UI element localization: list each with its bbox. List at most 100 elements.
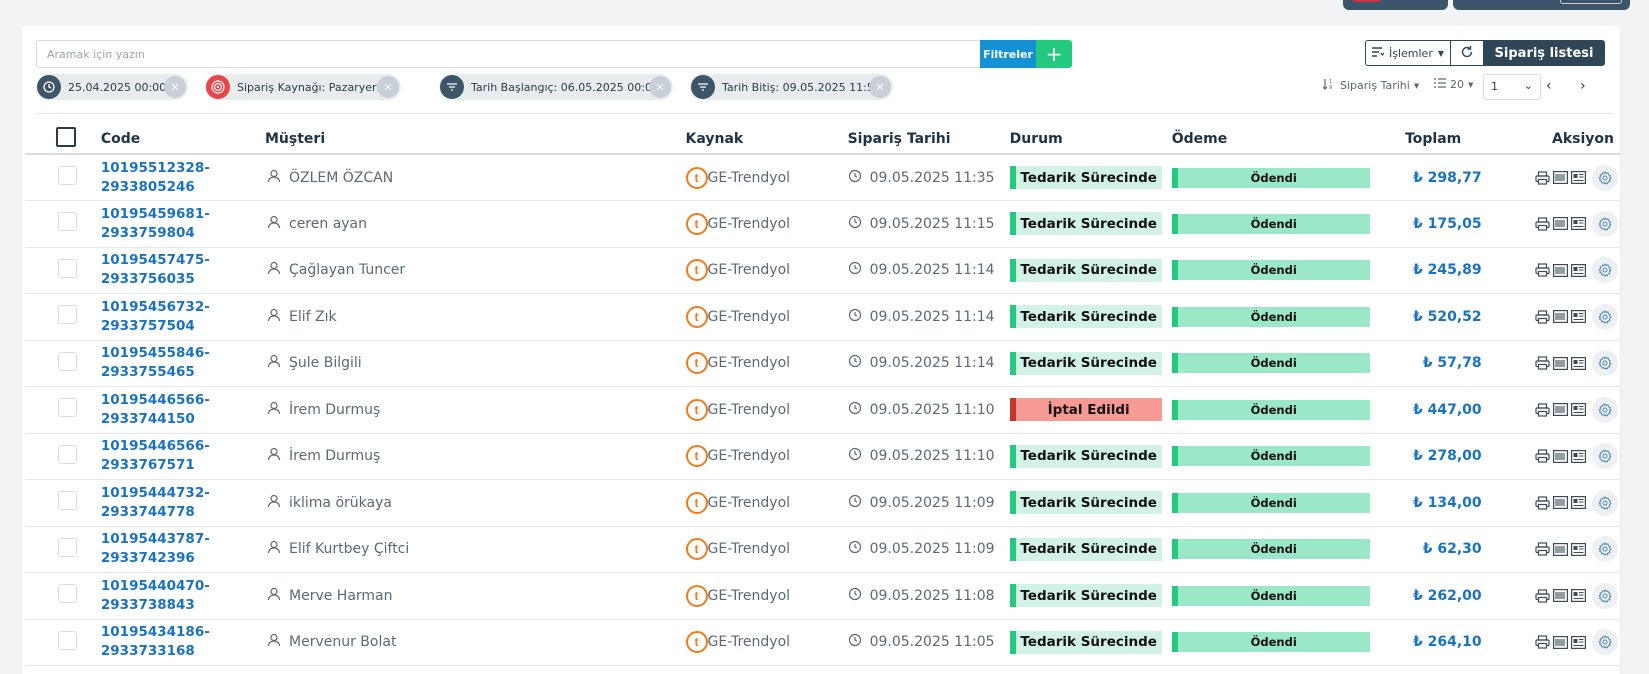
order-list-button[interactable]: Sipariş listesi — [1483, 40, 1605, 66]
order-code-link[interactable]: 10195457475- 2933756035 — [101, 251, 265, 289]
row-checkbox[interactable] — [58, 444, 77, 464]
print-icon[interactable] — [1534, 495, 1550, 511]
row-checkbox[interactable] — [58, 630, 77, 650]
table-row[interactable]: 10195446566- 2933744150 İrem Durmuş t GE… — [25, 386, 1620, 434]
refresh-button[interactable] — [1450, 40, 1484, 66]
table-row[interactable]: 10195457475- 2933756035 Çağlayan Tuncer … — [25, 247, 1620, 294]
top-nav-button-1[interactable] — [1343, 0, 1448, 10]
print-icon[interactable] — [1534, 355, 1550, 371]
barcode-icon[interactable] — [1552, 309, 1568, 325]
chip-remove-icon[interactable]: ✕ — [869, 76, 891, 98]
order-code-link[interactable]: 10195434186- 2933733168 — [101, 623, 265, 661]
table-row[interactable]: 10195459681- 2933759804 ceren ayan t GE-… — [25, 200, 1620, 248]
invoice-icon[interactable] — [1570, 495, 1586, 511]
header-order-date[interactable]: Sipariş Tarihi — [847, 124, 1010, 155]
filters-button[interactable]: Filtreler — [980, 40, 1036, 68]
select-all-checkbox[interactable] — [56, 126, 76, 147]
settings-gear-icon[interactable] — [1592, 350, 1618, 377]
settings-gear-icon[interactable] — [1592, 582, 1618, 609]
barcode-icon[interactable] — [1552, 170, 1568, 186]
table-row[interactable]: 10195512328- 2933805246 ÖZLEM ÖZCAN t GE… — [25, 154, 1620, 201]
print-icon[interactable] — [1534, 448, 1550, 464]
row-checkbox[interactable] — [58, 305, 77, 325]
order-code-link[interactable]: 10195446566- 2933767571 — [101, 437, 265, 475]
settings-gear-icon[interactable] — [1592, 164, 1618, 191]
settings-gear-icon[interactable] — [1592, 536, 1618, 563]
print-icon[interactable] — [1534, 588, 1550, 604]
invoice-icon[interactable] — [1570, 634, 1586, 650]
header-status[interactable]: Durum — [1009, 124, 1172, 155]
row-checkbox[interactable] — [58, 166, 77, 185]
invoice-icon[interactable] — [1570, 588, 1586, 604]
page-select[interactable]: 1 ⌄ — [1483, 74, 1541, 100]
barcode-icon[interactable] — [1552, 448, 1568, 464]
barcode-icon[interactable] — [1552, 634, 1568, 650]
order-code-link[interactable]: 10195440470- 2933738843 — [101, 577, 265, 615]
invoice-icon[interactable] — [1570, 309, 1586, 325]
invoice-icon[interactable] — [1570, 541, 1586, 557]
settings-gear-icon[interactable] — [1592, 629, 1618, 656]
barcode-icon[interactable] — [1552, 216, 1568, 232]
print-icon[interactable] — [1534, 634, 1550, 650]
print-icon[interactable] — [1534, 309, 1550, 325]
settings-gear-icon[interactable] — [1592, 210, 1618, 237]
header-total[interactable]: Toplam — [1385, 124, 1488, 155]
row-checkbox[interactable] — [58, 584, 77, 604]
invoice-icon[interactable] — [1570, 262, 1586, 278]
print-icon[interactable] — [1534, 541, 1550, 557]
actions-dropdown[interactable]: İşlemler ▼ — [1365, 40, 1451, 66]
invoice-icon[interactable] — [1570, 216, 1586, 232]
invoice-icon[interactable] — [1570, 448, 1586, 464]
next-page-icon[interactable]: › — [1580, 78, 1586, 94]
search-input[interactable]: Aramak için yazın — [36, 40, 984, 68]
page-size-dropdown[interactable]: 20 ▼ — [1434, 78, 1473, 91]
header-payment[interactable]: Ödeme — [1171, 124, 1386, 155]
order-code-link[interactable]: 10195512328- 2933805246 — [101, 159, 265, 197]
table-row[interactable]: 10195444732- 2933744778 iklima örükaya t… — [25, 479, 1620, 527]
row-checkbox[interactable] — [58, 398, 77, 418]
sort-dropdown[interactable]: 19 Sipariş Tarihi ▼ — [1322, 78, 1419, 93]
print-icon[interactable] — [1534, 262, 1550, 278]
barcode-icon[interactable] — [1552, 495, 1568, 511]
order-code-link[interactable]: 10195455846- 2933755465 — [101, 344, 265, 382]
table-row[interactable]: 10195434186- 2933733168 Mervenur Bolat t… — [25, 619, 1620, 666]
add-button[interactable]: + — [1036, 40, 1072, 68]
barcode-icon[interactable] — [1552, 262, 1568, 278]
print-icon[interactable] — [1534, 216, 1550, 232]
barcode-icon[interactable] — [1552, 588, 1568, 604]
table-row[interactable]: 10195443787- 2933742396 Elif Kurtbey Çif… — [25, 526, 1620, 573]
chip-remove-icon[interactable]: ✕ — [377, 76, 399, 98]
print-icon[interactable] — [1534, 402, 1550, 418]
barcode-icon[interactable] — [1552, 541, 1568, 557]
row-checkbox[interactable] — [58, 491, 77, 511]
order-code-link[interactable]: 10195446566- 2933744150 — [101, 391, 265, 429]
header-code[interactable]: Code — [100, 124, 265, 155]
settings-gear-icon[interactable] — [1592, 303, 1618, 330]
chip-remove-icon[interactable]: ✕ — [649, 76, 671, 98]
row-checkbox[interactable] — [58, 351, 77, 371]
settings-gear-icon[interactable] — [1592, 489, 1618, 516]
invoice-icon[interactable] — [1570, 402, 1586, 418]
table-row[interactable]: 10195440470- 2933738843 Merve Harman t G… — [25, 572, 1620, 620]
settings-gear-icon[interactable] — [1592, 443, 1618, 470]
print-icon[interactable] — [1534, 170, 1550, 186]
order-code-link[interactable]: 10195456732- 2933757504 — [101, 298, 265, 336]
table-row[interactable]: 10195446566- 2933767571 İrem Durmuş t GE… — [25, 433, 1620, 480]
barcode-icon[interactable] — [1552, 355, 1568, 371]
header-customer[interactable]: Müşteri — [265, 124, 686, 155]
order-code-link[interactable]: 10195459681- 2933759804 — [101, 205, 265, 243]
order-code-link[interactable]: 10195443787- 2933742396 — [101, 530, 265, 568]
row-checkbox[interactable] — [58, 258, 77, 278]
row-checkbox[interactable] — [58, 537, 77, 557]
top-nav-button-2[interactable] — [1453, 0, 1630, 10]
barcode-icon[interactable] — [1552, 402, 1568, 418]
chip-remove-icon[interactable]: ✕ — [164, 76, 186, 98]
header-source[interactable]: Kaynak — [685, 124, 848, 155]
table-row[interactable]: 10195455846- 2933755465 Şule Bilgili t G… — [25, 340, 1620, 387]
settings-gear-icon[interactable] — [1592, 257, 1618, 284]
table-row[interactable]: 10195456732- 2933757504 Elif Zık t GE-Tr… — [25, 293, 1620, 341]
invoice-icon[interactable] — [1570, 355, 1586, 371]
row-checkbox[interactable] — [58, 212, 77, 232]
prev-page-icon[interactable]: ‹ — [1546, 78, 1552, 94]
order-code-link[interactable]: 10195444732- 2933744778 — [101, 484, 265, 522]
